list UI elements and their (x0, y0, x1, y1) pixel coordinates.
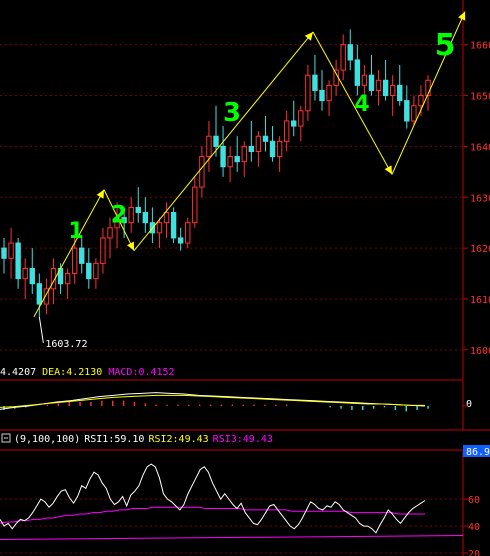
price-tick-label: 1640 (470, 142, 490, 153)
candle-up (418, 95, 424, 107)
candle-up (156, 222, 163, 234)
rsi-tick-label: 20 (468, 549, 480, 556)
candle-down (79, 247, 85, 264)
candle-down (213, 135, 219, 147)
candle-up (375, 79, 382, 91)
low-annotation-label: 1603.72 (45, 339, 87, 350)
candle-down (248, 145, 255, 152)
candle-up (64, 273, 71, 285)
candle-up (340, 44, 346, 71)
price-tick-label: 1660 (470, 41, 490, 52)
candle-down (29, 267, 35, 285)
wave-label-5: 5 (435, 28, 456, 63)
candle-down (291, 120, 297, 127)
candle-up (107, 227, 113, 239)
candle-up (128, 206, 134, 224)
candle-up (276, 140, 283, 158)
candle-down (135, 206, 141, 214)
candle-down (1, 247, 7, 259)
candle-down (142, 212, 149, 224)
wave-label-2: 2 (111, 201, 128, 229)
candle-up (93, 262, 99, 280)
candle-down (234, 156, 240, 163)
candle-down (319, 89, 325, 102)
candle-down (220, 145, 226, 168)
price-tick-label: 1650 (470, 92, 490, 103)
price-tick-label: 1630 (470, 193, 490, 204)
candle-down (86, 262, 92, 280)
candle-down (170, 212, 177, 239)
candle-down (15, 242, 21, 280)
candle-up (389, 84, 396, 97)
macd-header: 4.4207 DEA:4.2130 MACD:0.4152 (0, 367, 175, 378)
candle-down (382, 79, 389, 97)
rsi-header-item: RSI1:59.10 (84, 434, 144, 445)
macd-header-item: 4.4207 (0, 367, 36, 378)
candle-down (404, 100, 410, 122)
candle-up (100, 237, 106, 264)
candle-down (312, 74, 318, 91)
price-tick-label: 1600 (470, 346, 490, 357)
candle-up (241, 145, 247, 163)
candle-up (206, 135, 212, 158)
wave-label-4: 4 (354, 92, 369, 117)
wave-label-1: 1 (68, 219, 83, 244)
rsi-header-item: (9,100,100) (14, 434, 80, 445)
candle-up (227, 156, 233, 168)
rsi-current-value: 86.9 (466, 447, 490, 458)
rsi-tick-label: 40 (468, 522, 480, 533)
candle-up (8, 242, 14, 259)
candle-up (185, 222, 191, 244)
candle-down (368, 74, 375, 91)
candle-up (199, 156, 205, 188)
candle-down (354, 59, 361, 86)
candle-up (22, 267, 28, 280)
candle-up (283, 120, 290, 142)
candle-up (192, 186, 198, 224)
stock-chart: 1600 1610 1620 1630 1640 1650 1660 1 2 3 4 5 1603.… (0, 0, 490, 556)
rsi-tick-label: 60 (468, 495, 480, 506)
rsi-header-item: RSI2:49.43 (148, 434, 208, 445)
rsi-header-item: RSI3:49.43 (213, 434, 273, 445)
macd-zero-label: 0 (466, 399, 472, 410)
candle-down (397, 84, 403, 102)
price-tick-label: 1620 (470, 244, 490, 255)
candle-up (163, 212, 170, 224)
candle-up (71, 247, 78, 275)
wave-label-3: 3 (223, 98, 241, 128)
macd-header-item: DEA:4.2130 (42, 367, 102, 378)
price-tick-label: 1610 (470, 295, 490, 306)
candle-down (347, 44, 353, 61)
candle-down (262, 135, 269, 142)
candle-down (177, 237, 184, 244)
candle-up (255, 135, 262, 152)
macd-header-item: MACD:0.4152 (108, 367, 174, 378)
candle-up (298, 110, 304, 127)
rsi-header: (9,100,100) RSI1:59.10 RSI2:49.43 RSI3:49.4… (14, 434, 273, 445)
candle-down (36, 283, 43, 305)
candle-up (305, 74, 311, 112)
candle-up (361, 74, 368, 86)
candle-up (326, 84, 332, 102)
candle-up (411, 105, 417, 122)
candle-down (269, 140, 276, 158)
candle-up (333, 69, 339, 86)
